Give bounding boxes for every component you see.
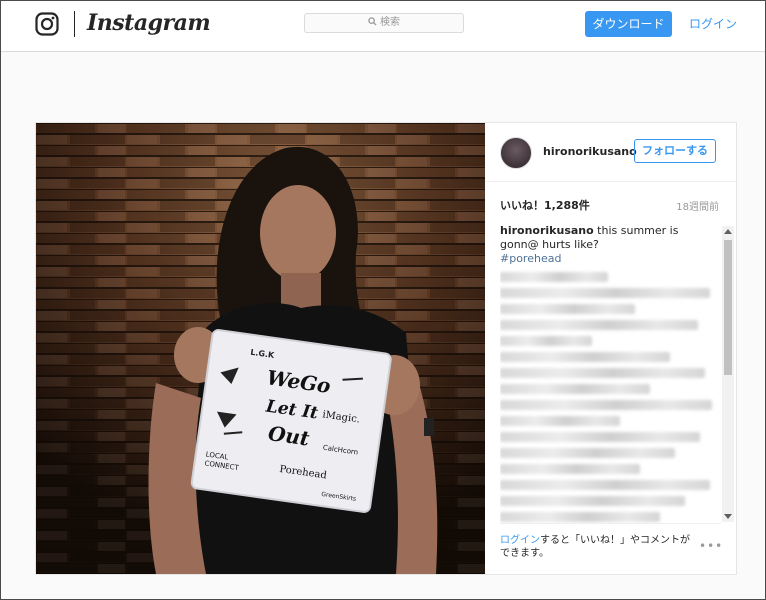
blurred-comment bbox=[500, 448, 675, 458]
post-sidebar: hironorikusano フォローする いいね！1,288件 18週間前 h… bbox=[485, 123, 736, 574]
blurred-comment bbox=[500, 400, 712, 410]
search-icon bbox=[368, 17, 377, 26]
instagram-logo-icon[interactable] bbox=[35, 12, 59, 36]
login-prompt-link[interactable]: ログイン bbox=[500, 535, 540, 546]
scroll-up-arrow-icon[interactable] bbox=[724, 229, 732, 234]
hashtag-link[interactable]: #porehead bbox=[500, 252, 720, 266]
login-link[interactable]: ログイン bbox=[689, 15, 737, 32]
blurred-comment bbox=[500, 304, 635, 314]
search-input[interactable]: 検索 bbox=[304, 13, 464, 33]
blurred-comment bbox=[500, 272, 608, 282]
blurred-comment bbox=[500, 464, 640, 474]
search-placeholder: 検索 bbox=[380, 17, 400, 28]
scroll-thumb[interactable] bbox=[724, 240, 732, 375]
top-nav: Instagram 検索 ダウンロード ログイン bbox=[1, 1, 765, 52]
blurred-comment bbox=[500, 368, 705, 378]
blurred-comment bbox=[500, 320, 698, 330]
divider bbox=[500, 523, 721, 524]
follow-button[interactable]: フォローする bbox=[634, 139, 716, 163]
username-link[interactable]: hironorikusano bbox=[543, 145, 637, 158]
blurred-comment bbox=[500, 336, 592, 346]
nav-divider bbox=[74, 11, 75, 37]
blurred-comment bbox=[500, 480, 710, 490]
post-photo[interactable]: L.G.K WeGo Let It Out iMagic. Porehead L… bbox=[36, 123, 485, 574]
blurred-comment bbox=[500, 352, 670, 362]
blurred-comment bbox=[500, 288, 710, 298]
comments-list[interactable]: hironorikusano this summer is gonn@ hurt… bbox=[500, 224, 720, 524]
comments-scrollbar[interactable] bbox=[722, 226, 734, 522]
caption-username[interactable]: hironorikusano bbox=[500, 224, 594, 237]
blurred-comment bbox=[500, 512, 660, 522]
login-prompt: ログインすると「いいね！」やコメントができます。 bbox=[500, 534, 690, 560]
more-options-icon[interactable]: ••• bbox=[699, 539, 723, 553]
timestamp[interactable]: 18週間前 bbox=[676, 198, 719, 213]
instagram-wordmark[interactable]: Instagram bbox=[87, 10, 211, 36]
blurred-comment bbox=[500, 432, 700, 442]
post-header: hironorikusano フォローする bbox=[485, 123, 736, 182]
blurred-comment bbox=[500, 496, 685, 506]
blurred-comment bbox=[500, 416, 620, 426]
blurred-comment bbox=[500, 384, 650, 394]
post-card: L.G.K WeGo Let It Out iMagic. Porehead L… bbox=[35, 122, 737, 575]
download-button[interactable]: ダウンロード bbox=[585, 11, 672, 37]
caption: hironorikusano this summer is gonn@ hurt… bbox=[500, 224, 720, 252]
photo-illustration: L.G.K WeGo Let It Out iMagic. Porehead L… bbox=[36, 123, 485, 574]
scroll-down-arrow-icon[interactable] bbox=[724, 514, 732, 519]
likes-count[interactable]: いいね！1,288件 bbox=[500, 197, 590, 213]
avatar[interactable] bbox=[500, 137, 532, 169]
